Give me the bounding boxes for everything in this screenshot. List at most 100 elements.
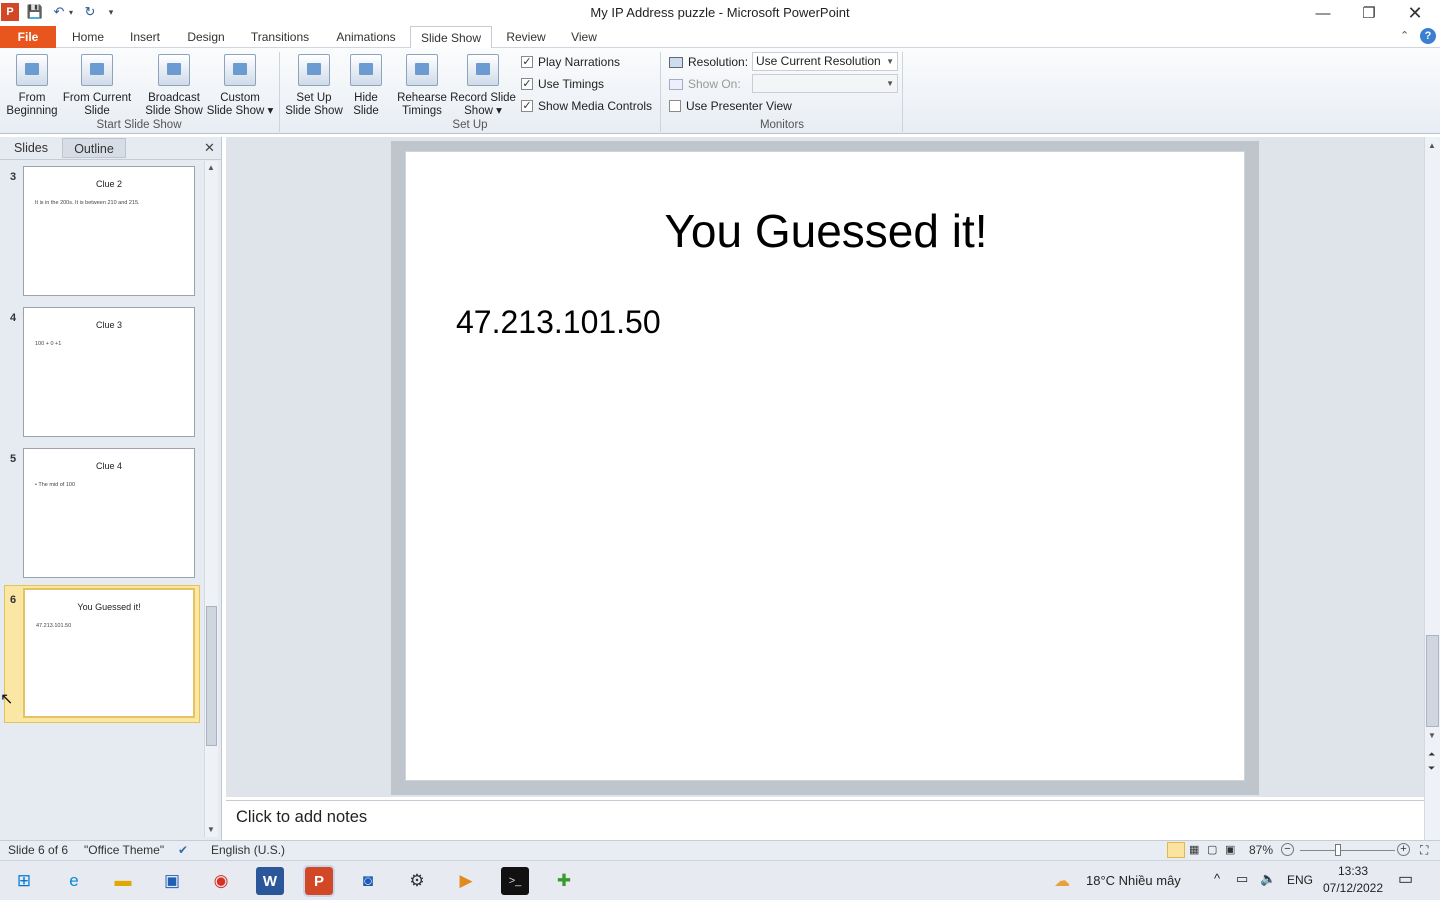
weather-text[interactable]: 18°C Nhiều mây	[1086, 873, 1181, 888]
from-beginning-button[interactable]: From Beginning	[4, 52, 60, 118]
spellcheck-icon[interactable]: ✔	[178, 843, 188, 857]
scrollbar-thumb[interactable]	[206, 606, 217, 746]
monitor-icon	[669, 78, 683, 90]
slide-thumbnail-5[interactable]: Clue 4 • The mid of 100	[23, 448, 195, 578]
close-icon[interactable]: ✕	[1392, 0, 1438, 26]
close-pane-icon[interactable]: ✕	[204, 140, 215, 156]
slide-canvas[interactable]: You Guessed it! 47.213.101.50	[405, 151, 1245, 781]
tab-outline[interactable]: Outline	[62, 138, 126, 158]
rehearse-timings-button[interactable]: Rehearse Timings	[394, 52, 450, 118]
resolution-label: Resolution:	[669, 53, 748, 71]
slide-number: 5	[10, 453, 17, 465]
thumbnail-body: 47.213.101.50	[36, 623, 72, 629]
use-presenter-view-checkbox[interactable]: Use Presenter View	[669, 97, 792, 115]
normal-view-icon[interactable]	[1167, 842, 1185, 858]
use-timings-checkbox[interactable]: ✓ Use Timings	[521, 75, 604, 93]
windows-taskbar: ⊞ e ▬ ▣ ◉ W P ◙ ⚙ ▶ >_ ✚ ☁ 18°C Nhiều mâ…	[0, 860, 1440, 900]
zoom-slider-thumb[interactable]	[1335, 844, 1341, 856]
scroll-down-icon[interactable]: ▼	[207, 825, 215, 834]
store-icon[interactable]: ▣	[158, 867, 186, 895]
slide-number: 6	[10, 594, 17, 606]
custom-slide-show-button[interactable]: Custom Slide Show ▾	[206, 52, 274, 118]
mouse-cursor-icon: ↖	[0, 691, 14, 708]
theme-name[interactable]: "Office Theme"	[84, 843, 164, 857]
show-media-controls-checkbox[interactable]: ✓ Show Media Controls	[521, 97, 652, 115]
scroll-up-icon[interactable]: ▲	[1428, 141, 1436, 150]
zoom-level[interactable]: 87%	[1249, 843, 1273, 857]
tab-slides[interactable]: Slides	[0, 138, 62, 158]
restore-icon[interactable]: ❐	[1346, 0, 1392, 26]
slide-sorter-icon[interactable]: ▦	[1189, 843, 1199, 856]
resolution-dropdown[interactable]: Use Current Resolution ▼	[752, 52, 898, 71]
check-icon: ✓	[521, 78, 533, 90]
next-slide-icon[interactable]: ⏷	[1428, 763, 1435, 774]
notifications-icon[interactable]: ▭	[1398, 869, 1413, 889]
file-explorer-icon[interactable]: ▬	[109, 867, 137, 895]
thumbnail-title: You Guessed it!	[77, 602, 141, 612]
show-on-dropdown[interactable]: ▼	[752, 74, 898, 93]
record-slide-show-button[interactable]: Record Slide Show ▾	[450, 52, 516, 118]
input-language[interactable]: ENG	[1287, 873, 1313, 887]
play-narrations-checkbox[interactable]: ✓ Play Narrations	[521, 53, 620, 71]
media-player-icon[interactable]: ▶	[452, 867, 480, 895]
hide-slide-icon	[350, 54, 382, 86]
chrome-icon[interactable]: ◉	[207, 867, 235, 895]
help-icon[interactable]: ?	[1420, 28, 1436, 44]
word-icon[interactable]: W	[256, 867, 284, 895]
set-up-slide-show-button[interactable]: Set Up Slide Show	[284, 52, 344, 118]
clock-date[interactable]: 07/12/2022	[1318, 881, 1388, 895]
slide-count: Slide 6 of 6	[8, 843, 69, 857]
camera-icon[interactable]: ◙	[354, 867, 382, 895]
thumbnails-scrollbar[interactable]: ▲ ▼	[204, 161, 218, 837]
tab-file[interactable]: File	[0, 26, 56, 48]
previous-slide-icon[interactable]: ⏶	[1428, 749, 1435, 760]
slide-thumbnail-6[interactable]: You Guessed it! 47.213.101.50	[23, 588, 195, 718]
game-icon[interactable]: ✚	[550, 867, 578, 895]
tab-design[interactable]: Design	[180, 26, 232, 48]
powerpoint-taskbar-icon[interactable]: P	[303, 865, 335, 897]
tab-review[interactable]: Review	[500, 26, 552, 48]
from-current-slide-button[interactable]: From Current Slide	[62, 52, 132, 118]
zoom-in-icon[interactable]: +	[1397, 843, 1410, 856]
slide-title[interactable]: You Guessed it!	[406, 204, 1246, 258]
network-icon[interactable]: ▭	[1236, 871, 1248, 887]
language[interactable]: English (U.S.)	[211, 843, 285, 857]
slides-pane: Slides Outline ✕ 3 Clue 2 It is in the 2…	[0, 137, 222, 840]
weather-cloud-icon[interactable]: ☁	[1054, 871, 1070, 891]
broadcast-slide-show-button[interactable]: Broadcast Slide Show	[142, 52, 206, 118]
clock-time[interactable]: 13:33	[1322, 864, 1384, 878]
notes-pane[interactable]: Click to add notes	[226, 800, 1424, 837]
slide-scrollbar[interactable]: ▲ ▼ ⏶ ⏷	[1424, 137, 1440, 840]
minimize-icon[interactable]: —	[1300, 0, 1346, 26]
edge-icon[interactable]: e	[60, 867, 88, 895]
tab-slide-show[interactable]: Slide Show	[410, 26, 492, 49]
volume-icon[interactable]: 🔈	[1260, 871, 1276, 887]
title-bar: P 💾 ↶ ▾ ↻ ▾ My IP Address puzzle - Micro…	[0, 0, 1440, 26]
scrollbar-thumb[interactable]	[1426, 635, 1439, 727]
reading-view-icon[interactable]: ▢	[1207, 843, 1217, 856]
hide-slide-button[interactable]: Hide Slide	[346, 52, 386, 118]
ribbon: From Beginning From Current Slide Broadc…	[0, 48, 1440, 134]
tab-transitions[interactable]: Transitions	[244, 26, 316, 48]
slide-thumbnail-3[interactable]: Clue 2 It is in the 200s. It is between …	[23, 166, 195, 296]
projector-play-icon	[16, 54, 48, 86]
settings-gear-icon[interactable]: ⚙	[403, 867, 431, 895]
tab-animations[interactable]: Animations	[328, 26, 404, 48]
terminal-icon[interactable]: >_	[501, 867, 529, 895]
zoom-slider[interactable]	[1300, 850, 1395, 851]
minimize-ribbon-icon[interactable]: ⌃	[1400, 29, 1409, 42]
thumbnail-body: It is in the 200s. It is between 210 and…	[35, 200, 140, 206]
tab-insert[interactable]: Insert	[122, 26, 168, 48]
tab-home[interactable]: Home	[62, 26, 114, 48]
tab-view[interactable]: View	[562, 26, 606, 48]
scroll-up-icon[interactable]: ▲	[207, 163, 215, 172]
windows-start-icon[interactable]: ⊞	[10, 867, 38, 895]
zoom-out-icon[interactable]: −	[1281, 843, 1294, 856]
scroll-down-icon[interactable]: ▼	[1428, 731, 1436, 740]
fit-to-window-icon[interactable]: ⛶	[1420, 843, 1428, 858]
slide-thumbnail-4[interactable]: Clue 3 100 + 0 +1	[23, 307, 195, 437]
slide-show-view-icon[interactable]: ▣	[1225, 843, 1235, 856]
thumbnail-title: Clue 3	[95, 320, 122, 330]
tray-chevron-icon[interactable]: ^	[1214, 871, 1220, 886]
slide-body-text[interactable]: 47.213.101.50	[456, 304, 661, 341]
